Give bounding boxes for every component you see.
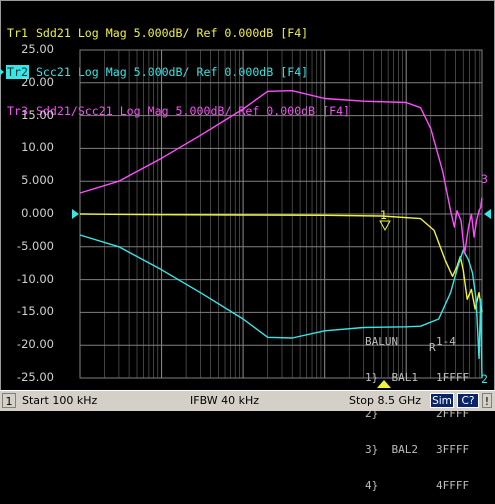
ref-left-arrow-icon xyxy=(72,209,79,219)
stop-frequency[interactable]: Stop 8.5 GHz xyxy=(349,393,421,408)
marker-3-label[interactable]: 3 xyxy=(481,172,488,186)
traces xyxy=(79,89,483,379)
balun-row: 1} BAL1 xyxy=(365,371,418,384)
status-bar: 1 Start 100 kHz IFBW 40 kHz Stop 8.5 GHz… xyxy=(0,390,495,411)
trace-sdd21 xyxy=(79,213,483,313)
balun-title: BALUN xyxy=(365,335,399,348)
channel-indicator[interactable]: 1 xyxy=(2,393,16,408)
port-row: 3FFFF xyxy=(436,443,470,456)
channel-2-button[interactable]: C? xyxy=(457,393,479,408)
balun-r-label: R xyxy=(429,341,436,354)
status-end-indicator[interactable]: ! xyxy=(482,393,492,408)
ref-right-arrow-icon xyxy=(484,209,491,219)
trace-scc21 xyxy=(79,234,483,379)
port-row: 1-4 xyxy=(436,335,456,348)
marker-1-label[interactable]: 1 xyxy=(380,208,387,222)
start-frequency[interactable]: Start 100 kHz xyxy=(22,393,97,408)
port-row: 1FFFF xyxy=(436,371,470,384)
sim-button[interactable]: Sim xyxy=(430,393,454,408)
ifbw-value[interactable]: IFBW 40 kHz xyxy=(190,393,259,408)
plot-area[interactable] xyxy=(0,0,495,410)
port-row: 4FFFF xyxy=(436,479,470,492)
reference-markers xyxy=(72,209,491,388)
balun-row: 3} BAL2 xyxy=(365,443,418,456)
marker-2-label[interactable]: 2 xyxy=(481,372,488,386)
balun-row: 4} xyxy=(365,479,379,492)
